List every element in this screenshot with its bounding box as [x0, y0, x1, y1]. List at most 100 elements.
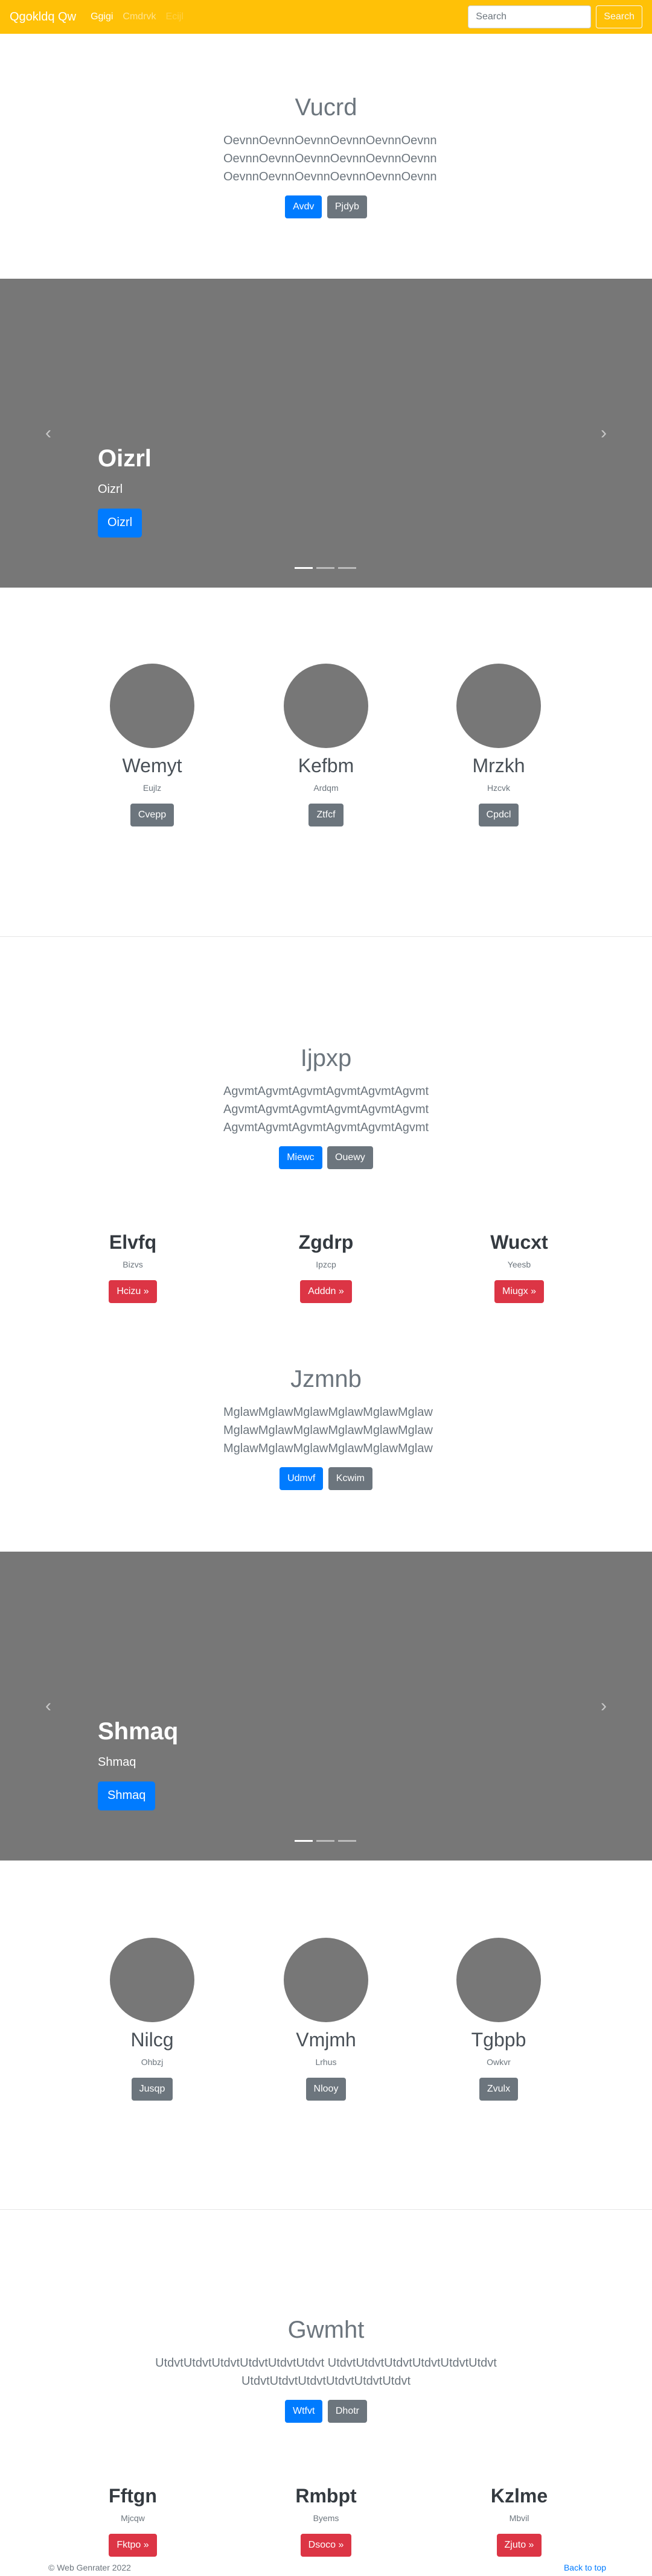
marketing-title: Mrzkh — [472, 755, 525, 776]
nav-link-2[interactable]: Cmdrvk — [123, 11, 156, 22]
marketing-text: Ohbzj — [141, 2057, 164, 2067]
marketing-title: Vmjmh — [296, 2029, 356, 2051]
feature-item: Rmbpt Byems Dsoco » — [235, 2484, 417, 2557]
section-divider — [0, 936, 652, 937]
feature-title: Rmbpt — [295, 2485, 357, 2507]
feature-title: Elvfq — [109, 1231, 157, 1253]
feature-text: Byems — [313, 2513, 339, 2523]
marketing-item: Mrzkh Hzcvk Cpdcl — [408, 664, 589, 826]
placeholder-image — [284, 1938, 368, 2022]
marketing-item: Kefbm Ardqm Ztfcf — [235, 664, 417, 826]
marketing-text: Eujlz — [142, 783, 162, 793]
marketing-button[interactable]: Zvulx — [479, 2078, 519, 2101]
jumbotron-2-title: Ijpxp — [300, 1045, 352, 1071]
feature-button[interactable]: Fktpo » — [109, 2534, 157, 2557]
marketing-button[interactable]: Ztfcf — [308, 804, 344, 826]
carousel-2: ‹ › Shmaq Shmaq Shmaq — [0, 1552, 652, 1861]
feature-button[interactable]: Dsoco » — [300, 2534, 352, 2557]
jumbotron-1-title: Vucrd — [295, 94, 357, 121]
jumbotron-2-primary-button[interactable]: Miewc — [279, 1146, 322, 1169]
jumbotron-3-primary-button[interactable]: Udmvf — [280, 1467, 324, 1490]
carousel-indicator[interactable] — [316, 567, 334, 569]
placeholder-image — [456, 664, 541, 748]
feature-text: Bizvs — [123, 1260, 143, 1269]
feature-title: Zgdrp — [298, 1231, 354, 1253]
carousel-1-button[interactable]: Oizrl — [98, 509, 142, 538]
carousel-2-indicators — [295, 1840, 356, 1842]
jumbotron-2: Ijpxp AgvmtAgvmtAgvmtAgvmtAgvmtAgvmt Agv… — [0, 1044, 652, 1169]
feature-text: Ipzcp — [316, 1260, 336, 1269]
back-to-top-link[interactable]: Back to top — [564, 2563, 606, 2572]
jumbotron-3-title: Jzmnb — [290, 1366, 362, 1392]
marketing-item: Tgbpb Owkvr Zvulx — [408, 1938, 589, 2101]
jumbotron-1-lead: OevnnOevnnOevnnOevnnOevnnOevnn OevnnOevn… — [223, 134, 437, 183]
marketing-item: Nilcg Ohbzj Jusqp — [62, 1938, 243, 2101]
feature-button[interactable]: Miugx » — [494, 1280, 545, 1303]
feature-button[interactable]: Hcizu » — [109, 1280, 157, 1303]
placeholder-image — [456, 1938, 541, 2022]
marketing-button[interactable]: Nlooy — [305, 2078, 347, 2101]
chevron-left-icon[interactable]: ‹ — [39, 1696, 58, 1716]
feature-item: Zgdrp Ipzcp Adddn » — [235, 1231, 417, 1303]
feature-item: Fftgn Mjcqw Fktpo » — [42, 2484, 223, 2557]
carousel-indicator[interactable] — [338, 567, 356, 569]
carousel-1-indicators — [295, 567, 356, 569]
marketing-text: Owkvr — [487, 2057, 511, 2067]
marketing-title: Kefbm — [298, 755, 354, 776]
marketing-button[interactable]: Cpdcl — [478, 804, 519, 826]
feature-button[interactable]: Zjuto » — [496, 2534, 542, 2557]
jumbotron-1: Vucrd OevnnOevnnOevnnOevnnOevnnOevnn Oev… — [0, 93, 652, 218]
jumbotron-3: Jzmnb MglawMglawMglawMglawMglawMglaw Mgl… — [0, 1365, 652, 1490]
jumbotron-1-primary-button[interactable]: Avdv — [285, 195, 322, 218]
feature-item: Wucxt Yeesb Miugx » — [429, 1231, 610, 1303]
placeholder-image — [110, 1938, 194, 2022]
chevron-left-icon[interactable]: ‹ — [39, 424, 58, 443]
carousel-1-title: Oizrl — [98, 445, 152, 472]
marketing-title: Nilcg — [130, 2029, 174, 2051]
carousel-indicator[interactable] — [316, 1840, 334, 1842]
nav-link-1[interactable]: Ggigi — [91, 11, 113, 22]
footer-copyright: © Web Genrater 2022 — [48, 2563, 131, 2572]
feature-item: Kzlme Mbvil Zjuto » — [429, 2484, 610, 2557]
feature-title: Kzlme — [490, 2485, 548, 2507]
jumbotron-4-title: Gwmht — [287, 2317, 365, 2343]
marketing-button[interactable]: Jusqp — [131, 2078, 173, 2101]
feature-item: Elvfq Bizvs Hcizu » — [42, 1231, 223, 1303]
marketing-item: Wemyt Eujlz Cvepp — [62, 664, 243, 826]
carousel-1-caption: Oizrl Oizrl Oizrl — [98, 444, 152, 538]
marketing-item: Vmjmh Lrhus Nlooy — [235, 1938, 417, 2101]
chevron-right-icon[interactable]: › — [594, 1696, 613, 1716]
feature-text: Mbvil — [509, 2513, 529, 2523]
jumbotron-4: Gwmht UtdvtUtdvtUtdvtUtdvtUtdvtUtdvt Utd… — [0, 2315, 652, 2423]
chevron-right-icon[interactable]: › — [594, 424, 613, 443]
section-divider — [0, 2209, 652, 2210]
carousel-indicator[interactable] — [295, 1840, 313, 1842]
feature-title: Fftgn — [109, 2485, 157, 2507]
nav-link-3: Ecijl — [165, 11, 184, 22]
feature-title: Wucxt — [490, 1231, 548, 1253]
placeholder-image — [110, 664, 194, 748]
marketing-title: Tgbpb — [471, 2029, 526, 2051]
carousel-indicator[interactable] — [295, 567, 313, 569]
marketing-title: Wemyt — [122, 755, 182, 776]
carousel-2-button[interactable]: Shmaq — [98, 1781, 156, 1810]
navbar: Qgokldq Qw Ggigi Cmdrvk Ecijl Search — [0, 0, 652, 34]
jumbotron-4-primary-button[interactable]: Wtfvt — [284, 2400, 323, 2423]
carousel-indicator[interactable] — [338, 1840, 356, 1842]
jumbotron-3-secondary-button[interactable]: Kcwim — [328, 1467, 372, 1490]
footer: © Web Genrater 2022 Back to top — [0, 2558, 652, 2576]
jumbotron-3-lead: MglawMglawMglawMglawMglawMglaw MglawMgla… — [223, 1406, 433, 1455]
marketing-button[interactable]: Cvepp — [130, 804, 174, 826]
feature-text: Mjcqw — [121, 2513, 145, 2523]
carousel-2-text: Shmaq — [98, 1756, 136, 1769]
carousel-1: ‹ › Oizrl Oizrl Oizrl — [0, 279, 652, 588]
feature-button[interactable]: Adddn » — [300, 1280, 352, 1303]
jumbotron-2-secondary-button[interactable]: Ouewy — [327, 1146, 373, 1169]
search-input[interactable] — [468, 5, 592, 28]
search-button[interactable]: Search — [596, 5, 642, 28]
jumbotron-1-secondary-button[interactable]: Pjdyb — [327, 195, 367, 218]
feature-text: Yeesb — [507, 1260, 531, 1269]
carousel-2-caption: Shmaq Shmaq Shmaq — [98, 1717, 178, 1810]
jumbotron-4-secondary-button[interactable]: Dhotr — [327, 2400, 367, 2423]
navbar-brand[interactable]: Qgokldq Qw — [10, 10, 76, 24]
